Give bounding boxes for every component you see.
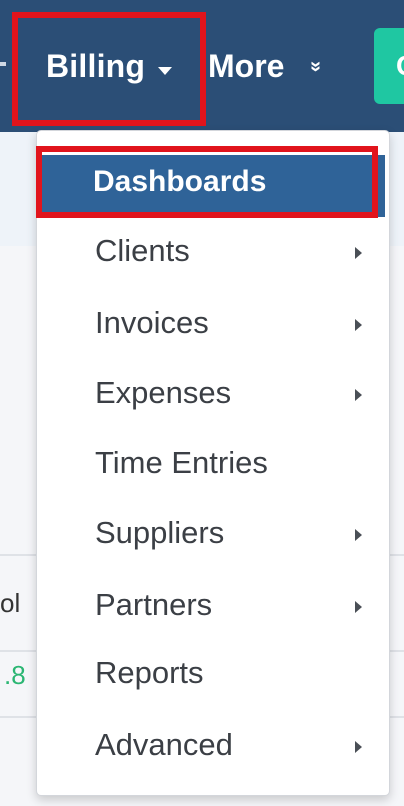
billing-menu-annotation: [12, 12, 206, 126]
teal-action-button[interactable]: C: [374, 28, 404, 104]
menu-item-expenses[interactable]: Expenses: [37, 363, 389, 425]
submenu-arrow-icon: [355, 741, 362, 753]
menu-item-label: Invoices: [95, 305, 209, 340]
nav-separator: [0, 62, 6, 66]
background-cell-text: ol: [0, 588, 21, 618]
menu-item-label: Dashboards: [93, 165, 267, 198]
menu-item-time-entries[interactable]: Time Entries: [37, 433, 389, 495]
menu-item-label: Partners: [95, 587, 213, 622]
double-chevron-down-icon[interactable]: »: [304, 61, 327, 72]
menu-item-suppliers[interactable]: Suppliers: [37, 503, 389, 565]
menu-item-reports[interactable]: Reports: [37, 643, 389, 705]
menu-item-label: Suppliers: [95, 515, 225, 550]
page: Billing More » C ol .8 Dashboards Client…: [0, 0, 404, 806]
submenu-arrow-icon: [355, 247, 362, 259]
menu-item-partners[interactable]: Partners: [37, 575, 389, 637]
menu-item-invoices[interactable]: Invoices: [37, 293, 389, 355]
menu-item-dashboards[interactable]: Dashboards: [39, 155, 385, 217]
submenu-arrow-icon: [355, 389, 362, 401]
menu-item-label: Reports: [95, 655, 204, 690]
top-navbar: Billing More » C: [0, 0, 404, 132]
menu-item-advanced[interactable]: Advanced: [37, 715, 389, 777]
menu-item-label: Time Entries: [95, 445, 268, 480]
menu-item-clients[interactable]: Clients: [37, 221, 389, 283]
menu-item-label: Clients: [95, 233, 190, 268]
more-menu-label[interactable]: More: [208, 48, 284, 85]
submenu-arrow-icon: [355, 529, 362, 541]
menu-item-label: Expenses: [95, 375, 232, 410]
submenu-arrow-icon: [355, 601, 362, 613]
billing-dropdown-menu: Dashboards Clients Invoices Expenses Tim…: [36, 130, 390, 796]
background-cell-value: .8: [4, 660, 26, 690]
menu-item-label: Advanced: [95, 727, 233, 762]
submenu-arrow-icon: [355, 319, 362, 331]
teal-button-text: C: [396, 50, 404, 82]
